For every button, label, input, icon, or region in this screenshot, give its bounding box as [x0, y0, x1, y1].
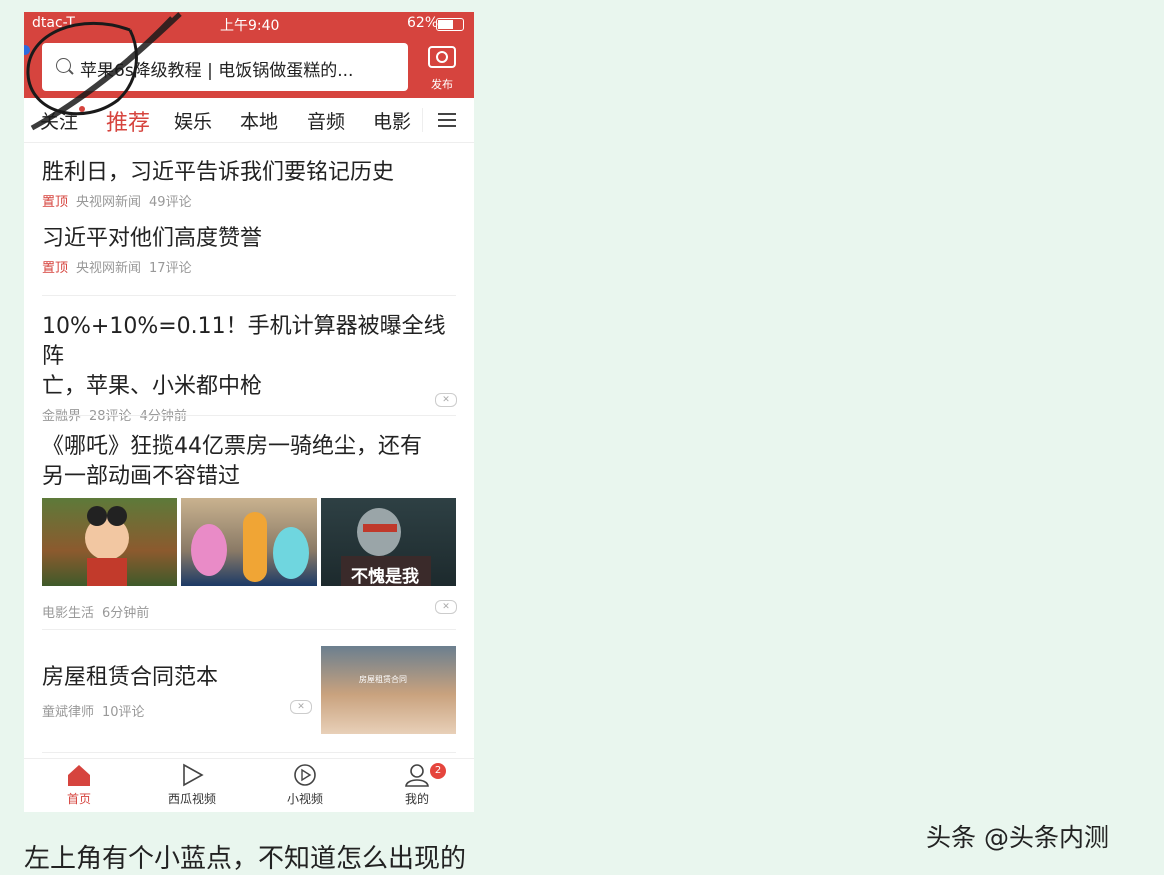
status-time: 上午9:40 [220, 18, 280, 34]
list-item[interactable]: 房屋租赁合同范本 童斌律师 10评论 ✕ 房屋租赁合同 [42, 646, 456, 736]
article-source: 电影生活 [42, 606, 95, 621]
nav-short-video-label: 小视频 [286, 792, 323, 806]
publish-time: 4分钟前 [139, 409, 187, 424]
thumbnail-image: 不愧是我 [321, 498, 456, 587]
nav-short-video[interactable]: 小视频 [260, 763, 350, 807]
list-item[interactable]: 10%+10%=0.11！手机计算器被曝全线阵 亡，苹果、小米都中枪 金融界 28… [42, 312, 457, 424]
image-caption: 不愧是我 [351, 567, 419, 587]
publish-time: 6分钟前 [102, 606, 150, 621]
comment-count: 17评论 [149, 261, 192, 276]
nav-mine[interactable]: 我的 [372, 763, 462, 807]
article-title: 胜利日，习近平告诉我们要铭记历史 [42, 160, 395, 185]
notification-badge: 2 [430, 763, 446, 779]
divider [42, 295, 456, 296]
article-meta: 童斌律师 10评论 [42, 701, 153, 720]
thumbnail-image [42, 498, 177, 586]
article-title-line: 亡，苹果、小米都中枪 [42, 374, 263, 399]
cartoon-characters [191, 512, 309, 582]
thumbnail-image [181, 498, 317, 586]
divider [42, 752, 456, 753]
tab-audio[interactable]: 音频 [307, 107, 345, 134]
play-icon [183, 763, 204, 787]
bottom-nav: 首页 西瓜视频 小视频 我的 2 [24, 758, 474, 812]
battery-icon [436, 18, 464, 31]
article-source: 央视网新闻 [76, 195, 142, 210]
tab-movie[interactable]: 电影 [373, 107, 411, 134]
dismiss-button[interactable]: ✕ [435, 600, 457, 614]
article-source: 央视网新闻 [76, 261, 142, 276]
dismiss-button[interactable]: ✕ [435, 393, 457, 407]
divider [42, 629, 456, 630]
article-meta: 置顶 央视网新闻 49评论 [42, 191, 456, 210]
nav-xigua-video[interactable]: 西瓜视频 [147, 763, 237, 807]
handwritten-annotation [26, 12, 182, 131]
article-meta: 电影生活 6分钟前 [42, 602, 157, 621]
article-source: 童斌律师 [42, 705, 95, 720]
article-title-line: 《哪吒》狂揽44亿票房一骑绝尘，还有 [42, 434, 422, 459]
divider [42, 415, 456, 416]
nav-xigua-label: 西瓜视频 [167, 792, 216, 806]
character-illustration [85, 506, 129, 586]
article-source: 金融界 [42, 409, 82, 424]
image-caption: 房屋租赁合同 [359, 675, 407, 684]
list-item[interactable]: 胜利日，习近平告诉我们要铭记历史 置顶 央视网新闻 49评论 [42, 158, 456, 210]
comment-count: 10评论 [102, 705, 145, 720]
publish-button[interactable]: 发布 [422, 42, 462, 92]
list-item[interactable]: 《哪吒》狂揽44亿票房一骑绝尘，还有 另一部动画不容错过 不愧是我 电影生活 6分… [42, 432, 457, 622]
pinned-tag: 置顶 [42, 261, 69, 276]
dismiss-button[interactable]: ✕ [290, 700, 312, 714]
comment-count: 49评论 [149, 195, 192, 210]
nav-mine-label: 我的 [404, 792, 429, 806]
tab-divider [422, 108, 423, 132]
article-title: 习近平对他们高度赞誉 [42, 226, 263, 251]
pinned-tag: 置顶 [42, 195, 69, 210]
small-video-icon [294, 764, 316, 786]
article-title-line: 10%+10%=0.11！手机计算器被曝全线阵 [42, 314, 446, 369]
battery-percent: 62% [407, 15, 439, 31]
list-item[interactable]: 习近平对他们高度赞誉 置顶 央视网新闻 17评论 [42, 224, 456, 276]
thumbnail-image: 房屋租赁合同 [321, 646, 456, 734]
camera-icon [428, 46, 456, 68]
tab-local[interactable]: 本地 [240, 107, 278, 134]
menu-icon[interactable] [438, 112, 456, 128]
nav-home[interactable]: 首页 [34, 763, 124, 807]
home-icon [68, 765, 90, 786]
article-title: 房屋租赁合同范本 [42, 665, 219, 690]
post-caption: 左上角有个小蓝点，不知道怎么出现的 [24, 844, 467, 874]
publish-label: 发布 [431, 78, 453, 91]
article-meta: 置顶 央视网新闻 17评论 [42, 257, 456, 276]
nav-home-label: 首页 [66, 792, 91, 806]
user-icon [405, 764, 429, 787]
comment-count: 28评论 [89, 409, 132, 424]
watermark: 头条 @头条内测 [926, 823, 1109, 852]
article-title-line: 另一部动画不容错过 [42, 464, 241, 489]
